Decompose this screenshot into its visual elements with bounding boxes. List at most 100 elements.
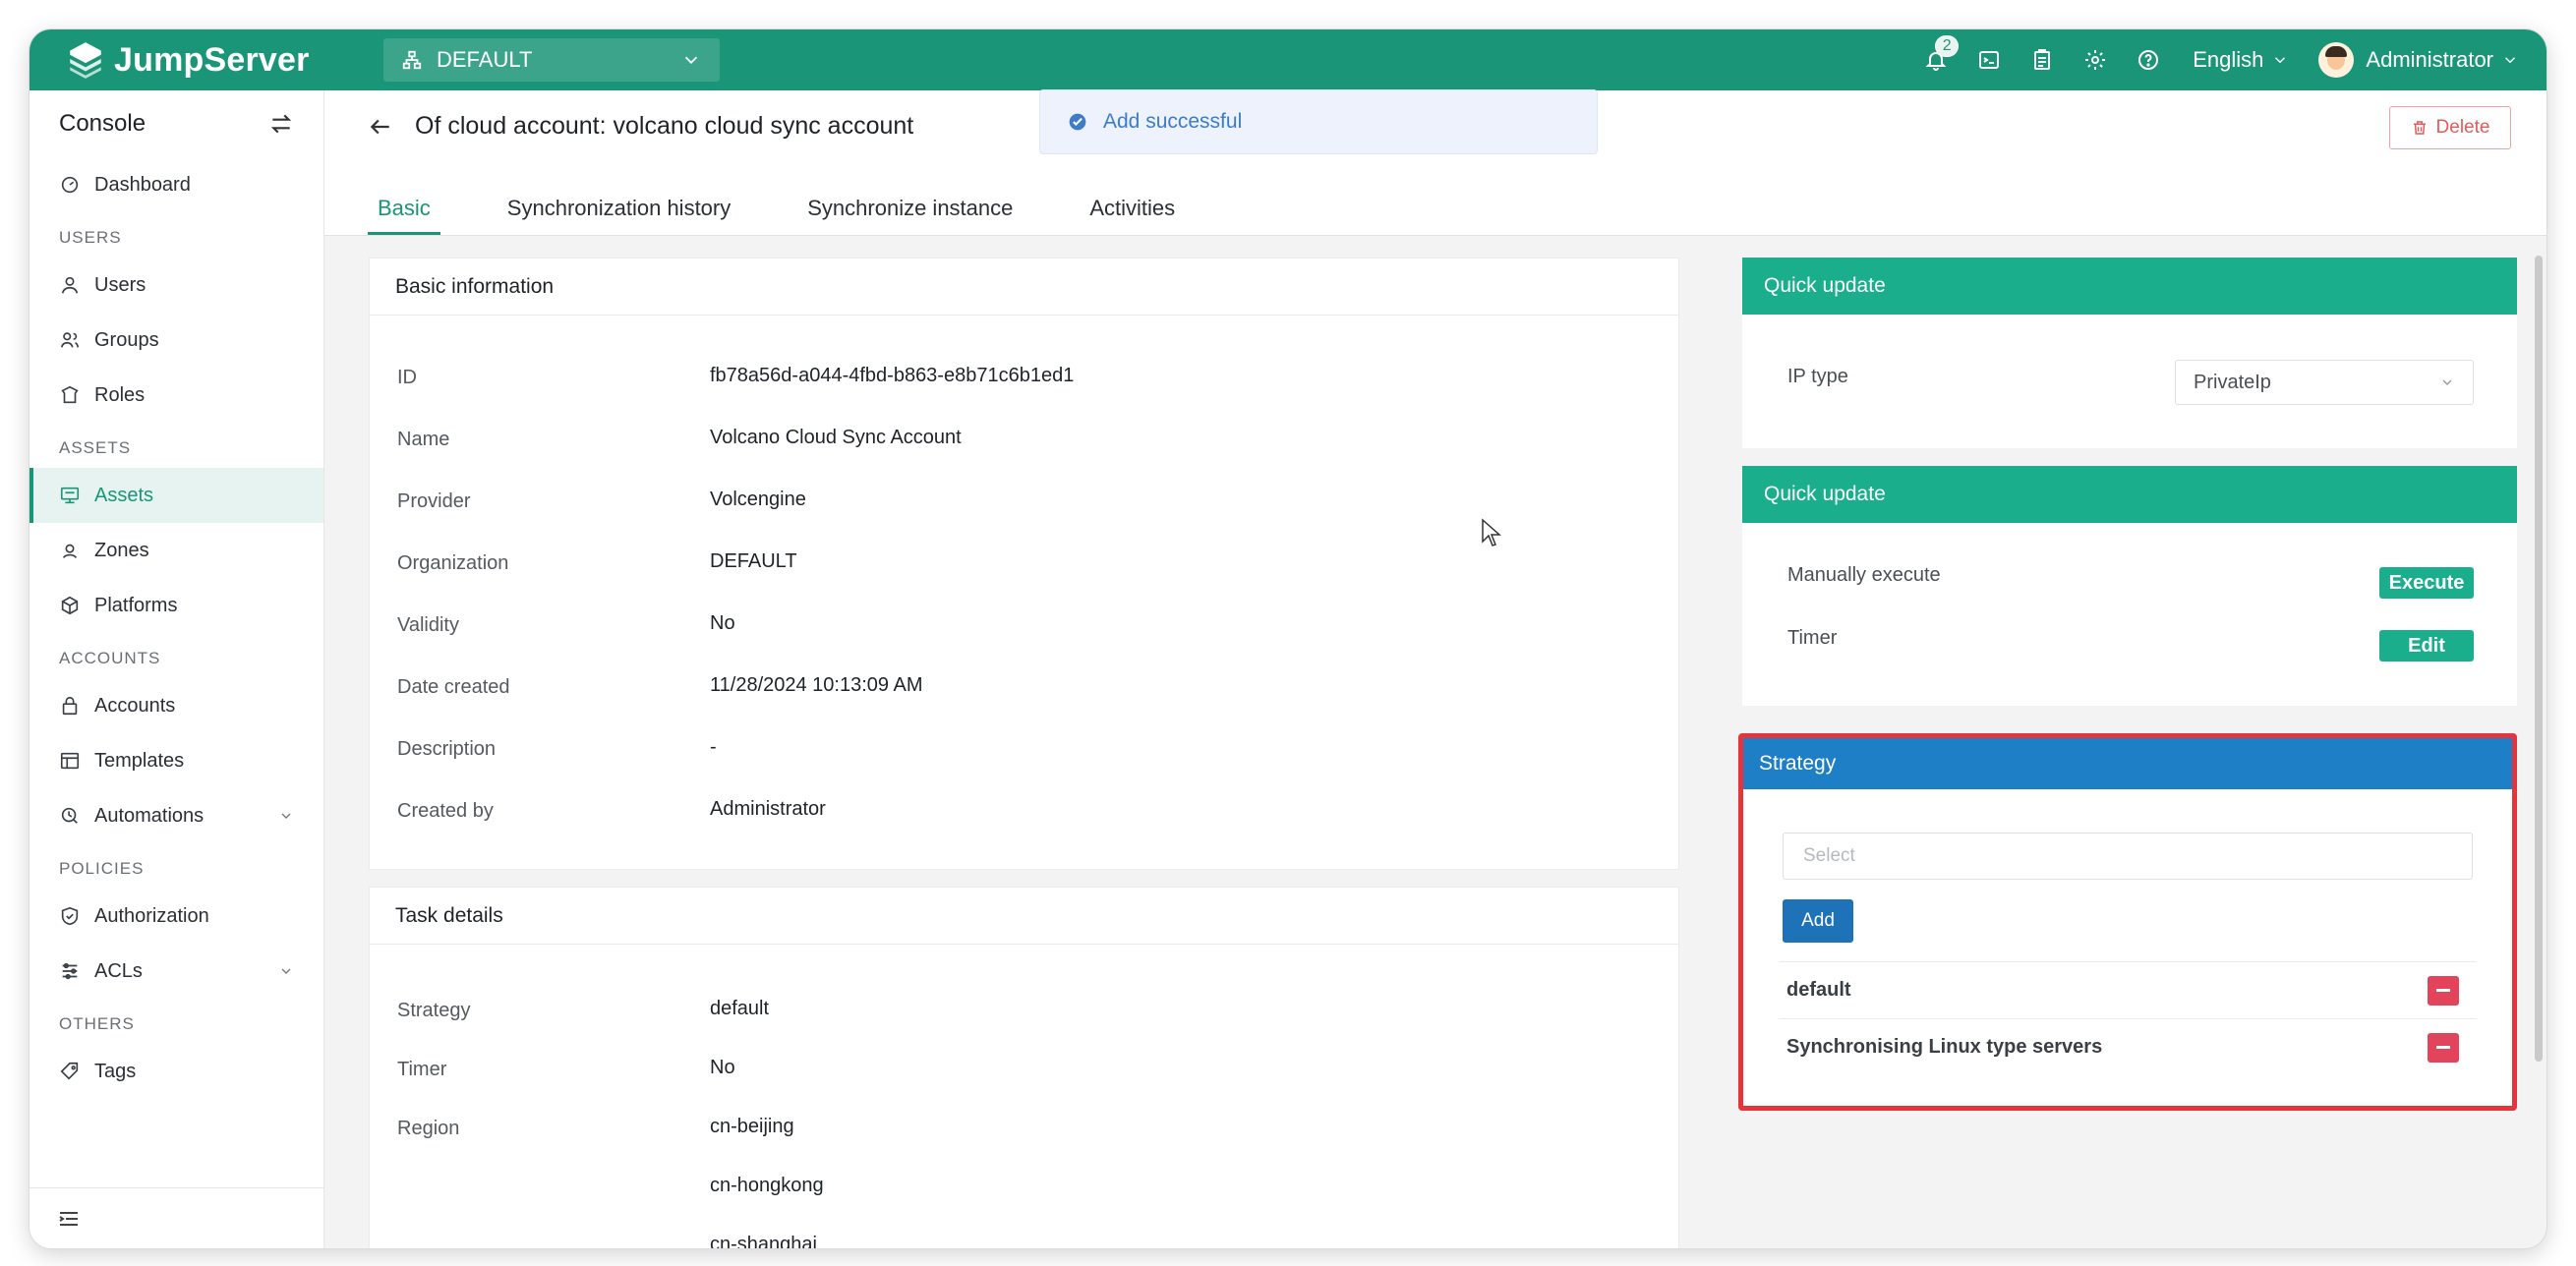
terminal-icon	[1979, 51, 2000, 69]
sidebar-item-label: Accounts	[94, 694, 176, 717]
minus-icon	[2436, 1046, 2450, 1049]
sidebar-header: Console	[29, 90, 323, 157]
success-toast: Add successful	[1039, 89, 1598, 154]
sidebar-item-automations[interactable]: Automations	[29, 788, 323, 843]
sidebar-item-users[interactable]: Users	[29, 258, 323, 313]
groups-icon	[60, 332, 80, 348]
assets-icon	[60, 487, 80, 504]
help-circle-icon	[2138, 50, 2159, 70]
edit-timer-button[interactable]: Edit	[2379, 630, 2474, 662]
field-value: DEFAULT	[710, 550, 797, 572]
delete-button[interactable]: Delete	[2389, 106, 2511, 149]
templates-icon	[60, 752, 80, 770]
chevron-down-icon	[281, 813, 291, 819]
sidebar-group-policies: POLICIES	[59, 859, 145, 878]
sidebar-item-label: Tags	[94, 1060, 137, 1082]
sidebar-item-zones[interactable]: Zones	[29, 523, 323, 578]
automations-icon	[61, 807, 78, 824]
chevron-down-icon	[2442, 379, 2452, 385]
strategy-card: Strategy Select Add default Synchronisin…	[1738, 733, 2517, 1111]
notification-count-badge: 2	[1935, 35, 1960, 57]
field-value: cn-beijing	[710, 1116, 794, 1137]
strategy-select[interactable]: Select	[1783, 833, 2473, 880]
sidebar-item-roles[interactable]: Roles	[29, 368, 323, 423]
basic-information-card: Basic information ID fb78a56d-a044-4fbd-b…	[369, 258, 1679, 870]
sidebar-item-label: Automations	[94, 804, 205, 827]
gear-icon	[2085, 50, 2106, 70]
field-label: Provider	[397, 490, 471, 512]
user-menu[interactable]: Administrator	[2318, 42, 2519, 78]
organization-selector[interactable]: DEFAULT	[383, 38, 720, 82]
add-strategy-button[interactable]: Add	[1783, 899, 1853, 943]
sidebar-item-label: ACLs	[94, 959, 143, 982]
avatar	[2318, 42, 2355, 78]
delete-label: Delete	[2435, 117, 2490, 138]
collapse-sidebar-button[interactable]	[29, 1187, 323, 1248]
field-label: ID	[397, 367, 417, 388]
organization-value: DEFAULT	[437, 47, 533, 72]
tab-basic[interactable]: Basic	[368, 196, 440, 235]
remove-strategy-button[interactable]	[2428, 975, 2459, 1006]
quick-update-title: Quick update	[1742, 466, 2517, 523]
strategy-item-label: default	[1786, 979, 1851, 1001]
acls-icon	[62, 962, 78, 980]
remove-strategy-button[interactable]	[2428, 1032, 2459, 1063]
sidebar-item-tags[interactable]: Tags	[29, 1044, 323, 1099]
switch-view-icon[interactable]	[268, 111, 294, 137]
execute-button[interactable]: Execute	[2379, 567, 2474, 599]
tab-synchronize-instance[interactable]: Synchronize instance	[797, 196, 1023, 235]
dashboard-icon	[61, 176, 79, 194]
brand-logo[interactable]: JumpServer	[65, 39, 360, 81]
tab-synchronization-history[interactable]: Synchronization history	[498, 196, 740, 235]
sidebar-nav: Dashboard USERS Users Groups Roles ASSETS Asse…	[29, 157, 323, 1099]
field-value: No	[710, 1057, 735, 1078]
field-value: 11/28/2024 10:13:09 AM	[710, 674, 923, 696]
field-value: default	[710, 998, 770, 1019]
strategy-select-placeholder: Select	[1803, 845, 1855, 866]
strategy-item: default	[1779, 961, 2477, 1018]
web-terminal-button[interactable]	[1962, 33, 2016, 86]
field-label: Timer	[397, 1059, 447, 1080]
ip-type-label: IP type	[1787, 366, 1848, 387]
sidebar-item-label: Platforms	[94, 594, 178, 616]
chevron-down-icon	[684, 56, 698, 65]
ip-type-value: PrivateIp	[2194, 371, 2271, 393]
sidebar-group-assets: ASSETS	[59, 438, 132, 457]
quick-update-execution-card: Quick update Manually execute Execute Ti…	[1742, 466, 2517, 706]
language-selector[interactable]: English	[2193, 47, 2289, 73]
strategy-item-label: Synchronising Linux type servers	[1786, 1036, 2103, 1058]
field-value: No	[710, 612, 735, 634]
sidebar-item-authorization[interactable]: Authorization	[29, 889, 323, 944]
sidebar-item-accounts[interactable]: Accounts	[29, 678, 323, 733]
scrollbar[interactable]	[2535, 256, 2543, 1062]
help-button[interactable]	[2122, 33, 2175, 86]
field-value: Administrator	[710, 798, 826, 820]
field-label: Region	[397, 1118, 460, 1139]
notifications-button[interactable]: 2	[1909, 33, 1962, 86]
settings-button[interactable]	[2069, 33, 2122, 86]
page-title: Of cloud account: volcano cloud sync acc…	[415, 112, 914, 140]
sidebar-item-platforms[interactable]: Platforms	[29, 578, 323, 633]
platforms-icon	[61, 596, 79, 615]
clipboard-icon	[2034, 49, 2051, 70]
sidebar-item-acls[interactable]: ACLs	[29, 944, 323, 999]
field-label: Created by	[397, 800, 494, 822]
back-arrow-icon[interactable]	[368, 114, 393, 140]
user-icon	[61, 276, 79, 294]
field-value: -	[710, 736, 717, 758]
field-value: Volcengine	[710, 489, 806, 510]
field-value: cn-hongkong	[710, 1175, 824, 1196]
field-label: Strategy	[397, 1000, 471, 1021]
sidebar-item-assets[interactable]: Assets	[29, 468, 323, 523]
tickets-button[interactable]	[2016, 33, 2069, 86]
tab-activities[interactable]: Activities	[1080, 196, 1185, 235]
language-value: English	[2193, 47, 2264, 72]
sidebar-item-groups[interactable]: Groups	[29, 313, 323, 368]
sidebar-item-dashboard[interactable]: Dashboard	[29, 157, 323, 212]
ip-type-select[interactable]: PrivateIp	[2175, 360, 2474, 405]
sidebar-item-label: Assets	[94, 484, 154, 506]
chevron-down-icon	[2504, 57, 2516, 64]
timer-label: Timer	[1787, 627, 1838, 649]
sidebar-item-templates[interactable]: Templates	[29, 733, 323, 788]
strategy-title: Strategy	[1743, 738, 2512, 789]
